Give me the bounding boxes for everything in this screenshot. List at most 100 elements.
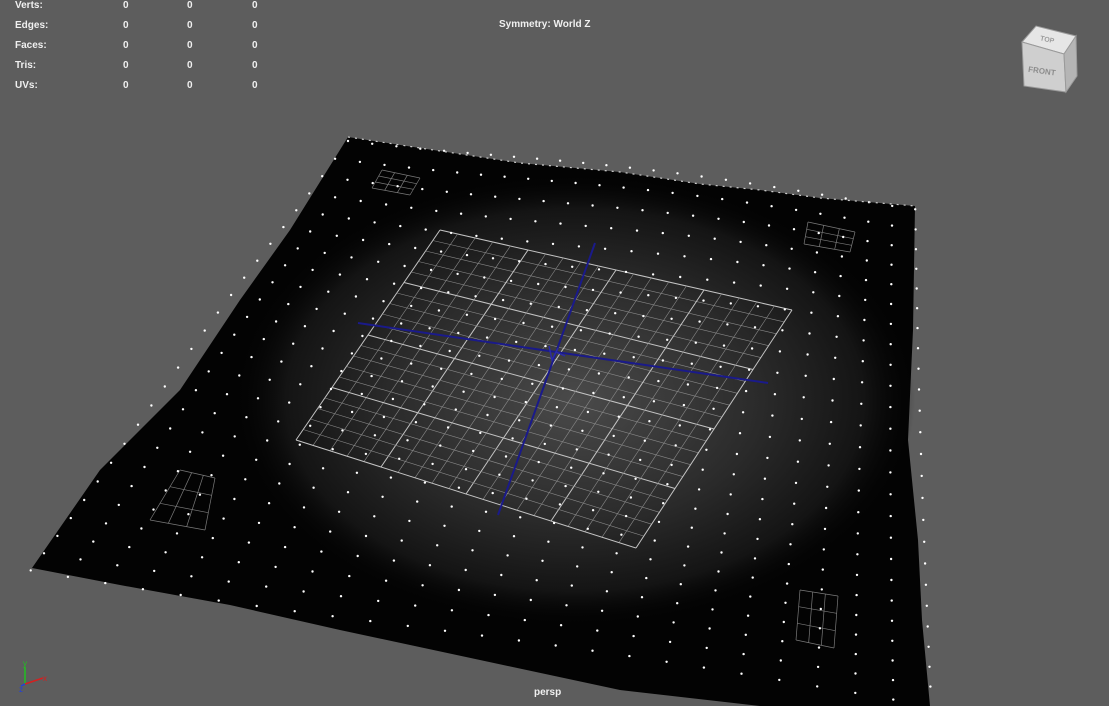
vertex-point — [406, 439, 409, 442]
vertex-point — [549, 424, 553, 427]
vertex-point — [785, 287, 789, 290]
vertex-point — [866, 239, 869, 243]
vertex-point — [652, 400, 656, 403]
vertex-point — [800, 417, 803, 421]
vertex-point — [443, 524, 446, 527]
vertex-point — [464, 568, 467, 572]
vertex-point — [104, 581, 107, 585]
vertex-point — [443, 629, 447, 632]
vertex-point — [835, 335, 838, 338]
hud-value: 0 — [252, 80, 258, 91]
viewcube[interactable]: TOP FRONT — [1016, 22, 1082, 98]
vertex-point — [250, 355, 253, 359]
vertex-point — [674, 296, 678, 300]
vertex-point — [116, 564, 119, 567]
vertex-point — [862, 339, 865, 342]
vertex-point — [489, 153, 493, 156]
hud-value: 0 — [187, 0, 193, 11]
vertex-point — [169, 427, 172, 430]
vertex-point — [928, 665, 931, 668]
vertex-point — [787, 562, 790, 566]
vertex-point — [278, 482, 281, 485]
vertex-point — [864, 298, 867, 302]
vertex-point — [280, 360, 283, 363]
vertex-point — [447, 291, 450, 294]
vertex-point — [503, 175, 506, 178]
vertex-point — [679, 275, 682, 279]
vertex-point — [493, 395, 496, 399]
perspective-viewport[interactable] — [0, 0, 1109, 706]
vertex-point — [713, 237, 716, 240]
vertex-point — [465, 253, 469, 257]
vertex-point — [890, 224, 894, 227]
vertex-point — [834, 356, 837, 359]
vertex-point — [889, 471, 892, 474]
vertex-point — [188, 450, 192, 453]
vertex-point — [233, 497, 236, 501]
vertex-point — [565, 604, 568, 607]
vertex-point — [582, 161, 585, 165]
vertex-point — [619, 291, 622, 294]
vertex-point — [414, 421, 418, 424]
vertex-point — [738, 432, 742, 435]
vertex-point — [92, 540, 95, 543]
vertex-point — [143, 465, 146, 469]
vertex-point — [646, 188, 650, 192]
vertex-point — [820, 193, 824, 196]
vertex-point — [277, 420, 280, 423]
vertex-point — [358, 160, 362, 164]
vertex-point — [428, 327, 431, 330]
vertex-point — [797, 189, 800, 192]
vertex-point — [371, 181, 374, 185]
hud-value: 0 — [187, 80, 193, 91]
vertex-point — [597, 268, 601, 271]
vertex-point — [190, 575, 193, 578]
vertex-point — [457, 486, 461, 489]
vertex-point — [79, 558, 82, 561]
vertex-point — [792, 228, 796, 231]
vertex-point — [439, 250, 443, 253]
vertex-point — [436, 544, 439, 547]
vertex-point — [715, 386, 719, 390]
vertex-point — [630, 250, 633, 253]
vertex-point — [891, 639, 894, 642]
vertex-point — [622, 396, 625, 399]
vertex-point — [431, 385, 434, 388]
vertex-point — [918, 409, 921, 412]
vertex-point — [794, 481, 798, 485]
vertex-point — [720, 551, 723, 554]
vertex-point — [333, 157, 337, 160]
vertex-point — [817, 646, 821, 649]
vertex-point — [414, 246, 417, 250]
vertex-point — [247, 541, 251, 544]
vertex-point — [123, 442, 126, 445]
mesh-plane[interactable] — [29, 136, 932, 706]
hud-value: 0 — [252, 20, 258, 31]
vertex-point — [674, 444, 677, 447]
vertex-point — [653, 539, 656, 542]
vertex-point — [585, 309, 589, 312]
vertex-point — [299, 285, 302, 289]
vertex-point — [778, 678, 781, 682]
vertex-point — [914, 228, 917, 231]
vertex-point — [854, 691, 857, 695]
vertex-point — [479, 173, 483, 176]
vertex-point — [419, 147, 422, 150]
vertex-point — [282, 225, 285, 229]
vertex-point — [445, 190, 448, 193]
vertex-point — [854, 633, 858, 636]
vertex-point — [581, 429, 584, 432]
vertex-point — [225, 393, 229, 396]
vertex-point — [519, 516, 522, 519]
vertex-point — [293, 526, 296, 529]
vertex-point — [889, 514, 892, 518]
vertex-point — [828, 442, 831, 445]
vertex-point — [475, 234, 478, 238]
hud-label: Faces: — [15, 40, 47, 51]
vertex-point — [296, 247, 299, 250]
vertex-point — [500, 573, 503, 577]
vertex-point — [683, 255, 686, 258]
vertex-point — [782, 620, 785, 624]
vertex-point — [570, 466, 573, 469]
vertex-point — [337, 510, 341, 513]
